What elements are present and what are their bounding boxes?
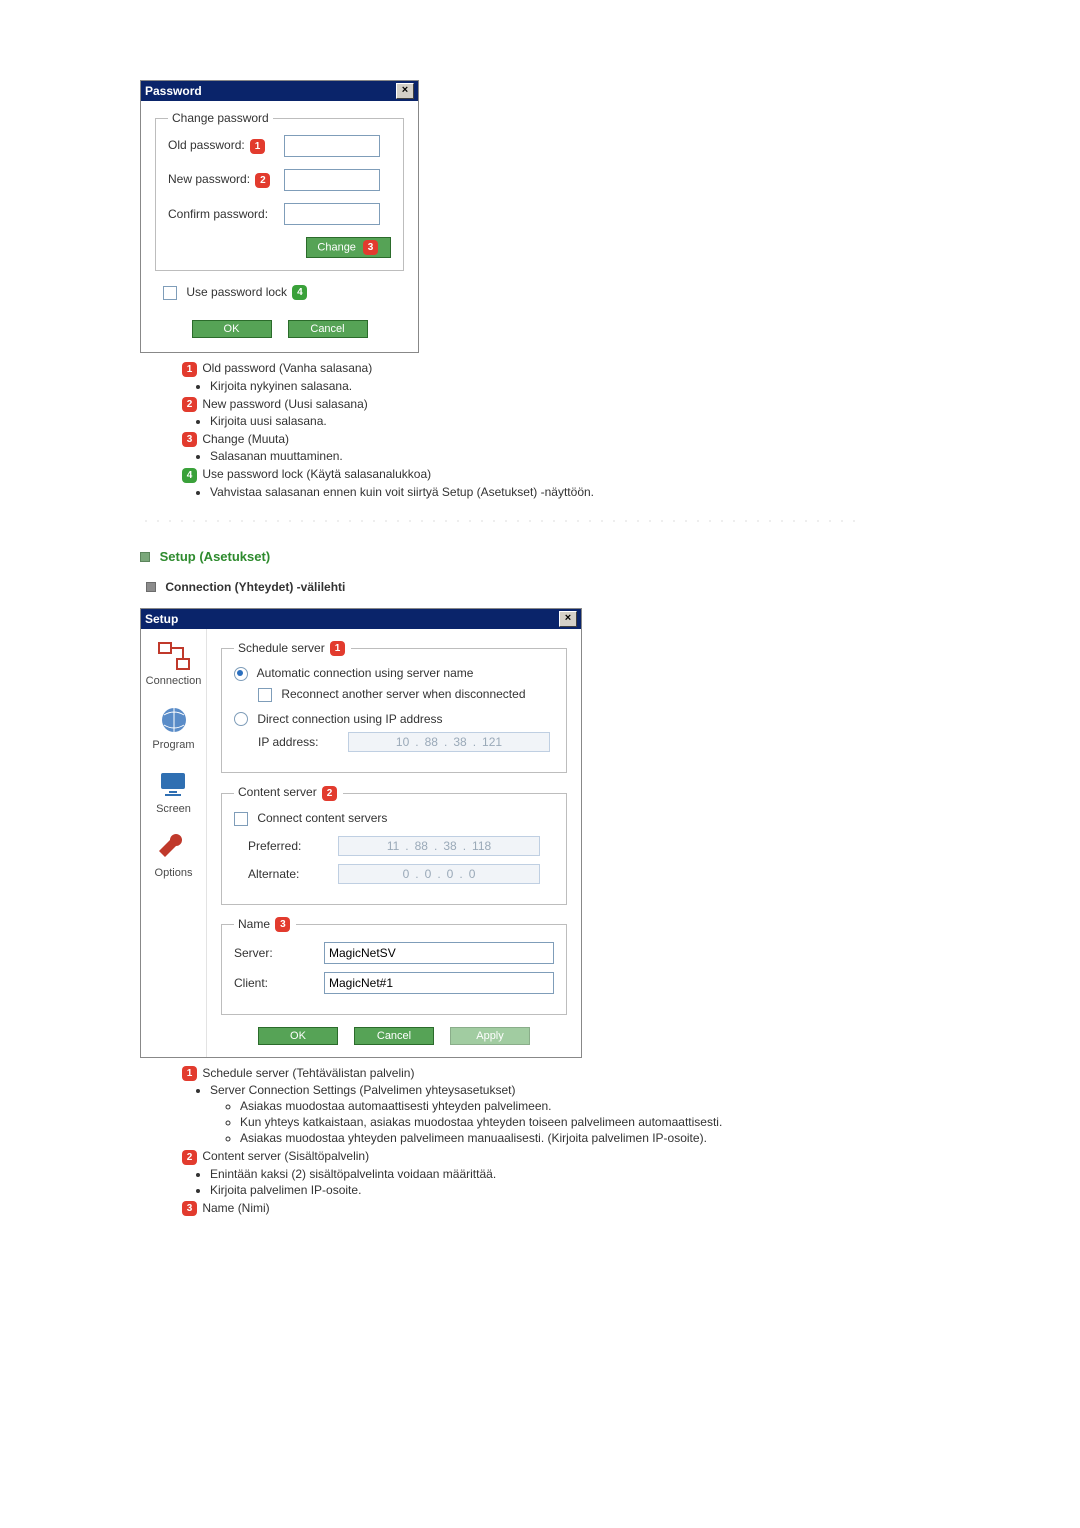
sidebar-item-program[interactable]: Program <box>152 705 194 751</box>
sidebar-item-options[interactable]: Options <box>155 833 193 879</box>
ok-button[interactable]: OK <box>192 320 272 338</box>
setup-notes: 1 Schedule server (Tehtävälistan palveli… <box>140 1066 940 1216</box>
reconnect-checkbox[interactable] <box>258 688 272 702</box>
connect-content-row[interactable]: Connect content servers <box>234 811 554 826</box>
auto-connection-row[interactable]: Automatic connection using server name <box>234 666 554 681</box>
change-password-group: Change password Old password: 1 New pass… <box>155 111 404 271</box>
server-name-input[interactable] <box>324 942 554 964</box>
callout-badge-1: 1 <box>250 139 265 154</box>
reconnect-row[interactable]: Reconnect another server when disconnect… <box>258 687 554 702</box>
note-badge-2: 2 <box>182 397 197 412</box>
note-badge-3: 3 <box>182 432 197 447</box>
bullet-icon <box>140 552 150 562</box>
bullet-icon <box>146 582 156 592</box>
password-dialog: Password × Change password Old password:… <box>140 80 419 353</box>
preferred-ip-field[interactable]: 11. 88. 38. 118 <box>338 836 540 856</box>
cancel-button[interactable]: Cancel <box>288 320 368 338</box>
connect-content-checkbox[interactable] <box>234 812 248 826</box>
globe-icon <box>157 705 191 735</box>
note-badge-1: 1 <box>182 362 197 377</box>
monitor-icon <box>156 769 190 799</box>
ok-button[interactable]: OK <box>258 1027 338 1045</box>
confirm-password-input[interactable] <box>284 203 380 225</box>
direct-connection-row[interactable]: Direct connection using IP address <box>234 712 554 727</box>
password-dialog-titlebar: Password × <box>141 81 418 101</box>
note-badge-3: 3 <box>182 1201 197 1216</box>
content-server-group: Content server 2 Connect content servers… <box>221 785 567 904</box>
setup-dialog-titlebar: Setup × <box>141 609 581 629</box>
preferred-label: Preferred: <box>248 839 338 853</box>
alternate-label: Alternate: <box>248 867 338 881</box>
client-name-label: Client: <box>234 976 324 990</box>
server-name-label: Server: <box>234 946 324 960</box>
callout-badge-1: 1 <box>330 641 345 656</box>
setup-section-heading: Setup (Asetukset) <box>140 549 940 564</box>
close-icon[interactable]: × <box>396 83 414 99</box>
use-password-lock-checkbox[interactable] <box>163 286 177 300</box>
connection-tab-heading: Connection (Yhteydet) -välilehti <box>146 580 940 594</box>
client-name-input[interactable] <box>324 972 554 994</box>
password-notes: 1 Old password (Vanha salasana) Kirjoita… <box>140 361 940 498</box>
callout-badge-3: 3 <box>275 917 290 932</box>
note-badge-2: 2 <box>182 1150 197 1165</box>
direct-connection-radio[interactable] <box>234 712 248 726</box>
old-password-label: Old password: <box>168 138 245 152</box>
note-badge-1: 1 <box>182 1066 197 1081</box>
change-password-legend: Change password <box>168 111 273 125</box>
sidebar-item-connection[interactable]: Connection <box>146 641 202 687</box>
apply-button[interactable]: Apply <box>450 1027 530 1045</box>
setup-sidebar: Connection Program Screen <box>141 629 207 1057</box>
close-icon[interactable]: × <box>559 611 577 627</box>
callout-badge-2: 2 <box>255 173 270 188</box>
use-password-lock-label: Use password lock <box>186 285 287 299</box>
confirm-password-label: Confirm password: <box>168 207 284 221</box>
callout-badge-2: 2 <box>322 786 337 801</box>
section-divider <box>140 519 860 523</box>
old-password-input[interactable] <box>284 135 380 157</box>
new-password-label: New password: <box>168 172 250 186</box>
ip-address-label: IP address: <box>258 735 348 749</box>
use-password-lock-row[interactable]: Use password lock 4 <box>163 285 404 300</box>
wrench-icon <box>156 833 190 863</box>
network-icon <box>157 641 191 671</box>
setup-dialog-title: Setup <box>145 612 178 626</box>
auto-connection-radio[interactable] <box>234 667 248 681</box>
setup-dialog: Setup × Connection Pr <box>140 608 582 1058</box>
alternate-ip-field[interactable]: 0. 0. 0. 0 <box>338 864 540 884</box>
callout-badge-4: 4 <box>292 285 307 300</box>
change-button[interactable]: Change 3 <box>306 237 391 258</box>
callout-badge-3: 3 <box>363 240 378 255</box>
note-badge-4: 4 <box>182 468 197 483</box>
new-password-input[interactable] <box>284 169 380 191</box>
ip-address-field[interactable]: 10. 88. 38. 121 <box>348 732 550 752</box>
sidebar-item-screen[interactable]: Screen <box>156 769 191 815</box>
schedule-server-group: Schedule server 1 Automatic connection u… <box>221 641 567 774</box>
password-dialog-title: Password <box>145 84 202 98</box>
cancel-button[interactable]: Cancel <box>354 1027 434 1045</box>
name-group: Name 3 Server: Client: <box>221 917 567 1015</box>
